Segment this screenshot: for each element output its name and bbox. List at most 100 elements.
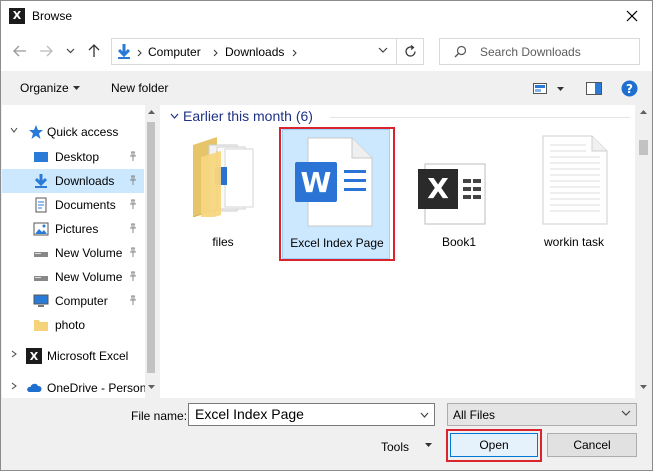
file-item-files[interactable]: files: [169, 129, 277, 259]
folder-icon: [192, 137, 254, 217]
scroll-up-icon[interactable]: [640, 110, 647, 114]
file-name-value: Excel Index Page: [195, 406, 304, 422]
pin-icon: [130, 247, 136, 257]
sidebar-item-label: Documents: [55, 198, 116, 212]
drive-icon: [34, 276, 48, 281]
dialog-footer: File name: Excel Index Page All Files To…: [1, 398, 652, 470]
breadcrumb-downloads[interactable]: Downloads: [225, 45, 284, 59]
close-button[interactable]: [614, 1, 650, 31]
chevron-down-icon[interactable]: [10, 126, 18, 134]
address-bar[interactable]: Computer Downloads: [111, 38, 397, 65]
file-name-label: File name:: [131, 409, 188, 423]
sidebar-item-documents[interactable]: Documents: [2, 193, 144, 217]
computer-icon: [33, 294, 49, 307]
forward-button[interactable]: [37, 42, 55, 60]
file-name: Book1: [441, 235, 477, 249]
navigation-pane: Quick access Desktop Downloads Documents…: [2, 105, 157, 398]
pin-icon: [130, 199, 136, 209]
sidebar-item-downloads[interactable]: Downloads: [2, 169, 144, 193]
breadcrumb-computer[interactable]: Computer: [148, 45, 201, 59]
file-type-select[interactable]: All Files: [447, 403, 637, 426]
file-item-book1[interactable]: X Book1: [405, 129, 513, 259]
search-placeholder: Search Downloads: [480, 45, 581, 59]
excel-x-icon: X: [26, 348, 42, 364]
pin-icon: [130, 295, 136, 305]
sidebar-item-quick-access[interactable]: Quick access: [2, 120, 144, 144]
preview-pane-icon[interactable]: [586, 82, 602, 95]
breadcrumb-chevron-icon: [137, 49, 142, 57]
svg-text:X: X: [427, 172, 449, 205]
svg-text:?: ?: [626, 82, 633, 96]
drive-icon: [34, 252, 48, 257]
svg-text:X: X: [30, 350, 39, 363]
chevron-down-icon: [73, 86, 80, 90]
address-dropdown-icon[interactable]: [378, 47, 388, 54]
chevron-down-icon[interactable]: [425, 443, 432, 447]
browse-dialog: X Browse Computer Downloads Search Downl…: [0, 0, 653, 471]
sidebar-item-label: OneDrive - Person: [47, 381, 147, 395]
pin-icon: [130, 271, 136, 281]
window-title: Browse: [32, 9, 73, 23]
sidebar-item-pictures[interactable]: Pictures: [2, 217, 144, 241]
scroll-down-icon[interactable]: [148, 385, 155, 389]
text-doc-icon: [542, 135, 608, 225]
pin-icon: [130, 223, 136, 233]
sidebar-item-desktop[interactable]: Desktop: [2, 145, 144, 169]
content-scroll-thumb[interactable]: [639, 140, 648, 155]
sidebar-item-label: photo: [55, 318, 86, 332]
folder-icon: [34, 320, 48, 331]
file-name: workin task: [543, 235, 605, 249]
title-bar: X Browse: [1, 1, 652, 31]
sidebar-item-computer[interactable]: Computer: [2, 289, 144, 313]
cancel-button[interactable]: Cancel: [547, 433, 637, 457]
tools-button[interactable]: Tools: [381, 440, 409, 454]
new-folder-button[interactable]: New folder: [111, 81, 168, 95]
scroll-up-icon[interactable]: [148, 110, 155, 114]
command-bar: Organize New folder ?: [1, 71, 652, 105]
file-item-workin-task[interactable]: workin task: [520, 129, 628, 259]
sidebar-item-onedrive[interactable]: OneDrive - Person: [2, 376, 147, 398]
content-scrollbar[interactable]: [635, 105, 652, 398]
recent-locations-button[interactable]: [61, 42, 79, 60]
search-icon: [454, 45, 467, 58]
sidebar-item-label: Desktop: [55, 150, 100, 164]
highlight-box: [446, 429, 542, 462]
sidebar-item-label: Quick access: [47, 125, 119, 139]
sidebar-item-microsoft-excel[interactable]: X Microsoft Excel: [2, 344, 144, 368]
back-button[interactable]: [11, 42, 29, 60]
chevron-down-icon[interactable]: [557, 87, 564, 91]
arrow-left-icon: [13, 45, 26, 57]
chevron-down-icon: [621, 410, 631, 416]
file-list: Earlier this month (6) files W Excel Ind…: [160, 105, 652, 398]
sidebar-item-label: Microsoft Excel: [47, 349, 129, 363]
sidebar-item-label: New Volume: [55, 270, 123, 284]
chevron-down-icon[interactable]: [170, 113, 179, 119]
group-header[interactable]: Earlier this month (6): [183, 108, 313, 124]
sidebar-item-label: Downloads: [55, 174, 115, 188]
sidebar-item-label: New Volume: [55, 246, 123, 260]
excel-doc-icon: X: [418, 163, 486, 225]
navigation-bar: Computer Downloads Search Downloads: [1, 31, 652, 71]
sidebar-scrollbar[interactable]: [145, 105, 157, 398]
help-icon[interactable]: ?: [621, 80, 638, 97]
chevron-down-icon[interactable]: [420, 412, 429, 418]
up-button[interactable]: [85, 42, 103, 60]
sidebar-item-photo[interactable]: photo: [2, 313, 144, 337]
pictures-icon: [33, 222, 49, 236]
search-box[interactable]: Search Downloads: [439, 38, 640, 65]
sidebar-scroll-thumb[interactable]: [147, 122, 155, 373]
refresh-button[interactable]: [397, 38, 424, 65]
refresh-icon: [404, 45, 416, 57]
pin-icon: [130, 175, 136, 185]
chevron-right-icon[interactable]: [10, 350, 18, 358]
view-options-icon[interactable]: [533, 83, 547, 94]
sidebar-item-new-volume[interactable]: New Volume: [2, 241, 144, 265]
close-icon: [626, 10, 638, 22]
chevron-right-icon[interactable]: [10, 382, 18, 390]
organize-button[interactable]: Organize: [20, 81, 69, 95]
download-icon: [117, 44, 131, 59]
desktop-icon: [34, 152, 48, 162]
scroll-down-icon[interactable]: [640, 385, 647, 389]
sidebar-item-new-volume[interactable]: New Volume: [2, 265, 144, 289]
file-name-input[interactable]: Excel Index Page: [188, 403, 435, 426]
